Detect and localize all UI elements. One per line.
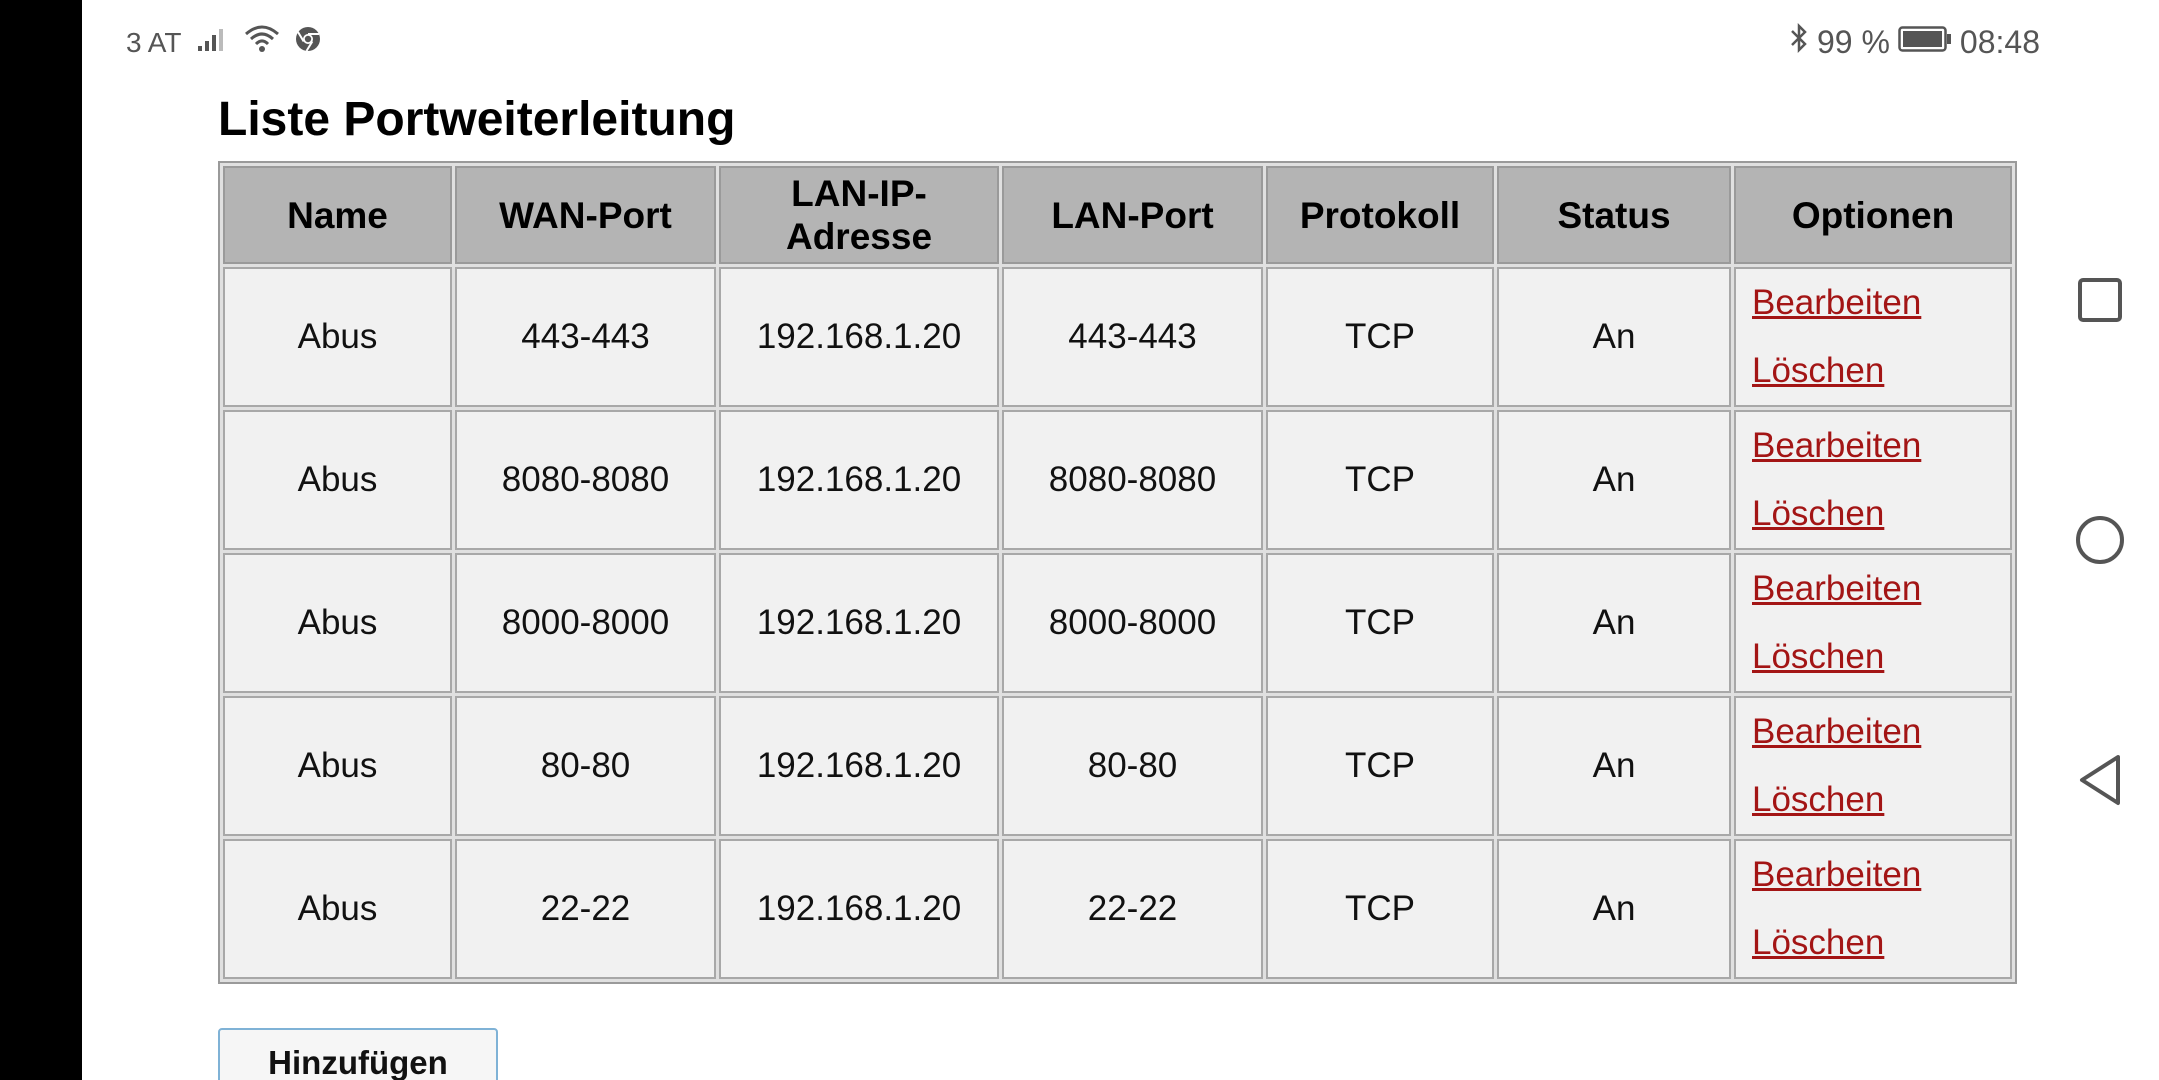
cell-protocol: TCP (1266, 553, 1494, 693)
cell-name: Abus (223, 410, 452, 550)
cell-wan-port: 8080-8080 (455, 410, 716, 550)
table-header-row: Name WAN-Port LAN-IP- Adresse LAN-Port P… (223, 166, 2012, 264)
table-row: Abus 22-22 192.168.1.20 22-22 TCP An Bea… (223, 839, 2012, 979)
header-protocol: Protokoll (1266, 166, 1494, 264)
edit-link[interactable]: Bearbeiten (1752, 841, 2004, 909)
cell-status: An (1497, 410, 1731, 550)
header-wan-port: WAN-Port (455, 166, 716, 264)
bluetooth-icon (1789, 22, 1809, 62)
table-row: Abus 443-443 192.168.1.20 443-443 TCP An… (223, 267, 2012, 407)
cell-lan-ip: 192.168.1.20 (719, 267, 999, 407)
cell-lan-port: 443-443 (1002, 267, 1263, 407)
delete-link[interactable]: Löschen (1752, 623, 2004, 691)
header-status: Status (1497, 166, 1731, 264)
left-black-bar (0, 0, 82, 1080)
port-forwarding-table: Name WAN-Port LAN-IP- Adresse LAN-Port P… (218, 161, 2017, 984)
cell-options: Bearbeiten Löschen (1734, 267, 2012, 407)
status-bar-left: 3 AT (126, 24, 322, 61)
cell-name: Abus (223, 696, 452, 836)
table-row: Abus 80-80 192.168.1.20 80-80 TCP An Bea… (223, 696, 2012, 836)
cell-options: Bearbeiten Löschen (1734, 553, 2012, 693)
delete-link[interactable]: Löschen (1752, 480, 2004, 548)
cell-lan-ip: 192.168.1.20 (719, 553, 999, 693)
cell-lan-port: 22-22 (1002, 839, 1263, 979)
table-row: Abus 8000-8000 192.168.1.20 8000-8000 TC… (223, 553, 2012, 693)
header-name: Name (223, 166, 452, 264)
battery-icon (1898, 24, 1952, 61)
back-button[interactable] (2040, 730, 2159, 830)
cell-status: An (1497, 696, 1731, 836)
edit-link[interactable]: Bearbeiten (1752, 412, 2004, 480)
circle-icon (2074, 514, 2126, 566)
navigation-bar (2040, 0, 2159, 1080)
header-options: Optionen (1734, 166, 2012, 264)
cell-protocol: TCP (1266, 410, 1494, 550)
cell-lan-ip: 192.168.1.20 (719, 696, 999, 836)
recent-apps-button[interactable] (2040, 250, 2159, 350)
battery-percent: 99 % (1816, 23, 1890, 60)
status-bar: 3 AT 99 % 08:48 (82, 0, 2040, 86)
cell-wan-port: 443-443 (455, 267, 716, 407)
cell-status: An (1497, 553, 1731, 693)
edit-link[interactable]: Bearbeiten (1752, 555, 2004, 623)
delete-link[interactable]: Löschen (1752, 909, 2004, 977)
cell-status: An (1497, 839, 1731, 979)
cell-options: Bearbeiten Löschen (1734, 410, 2012, 550)
add-button[interactable]: Hinzufügen (218, 1028, 498, 1080)
cell-name: Abus (223, 267, 452, 407)
cell-protocol: TCP (1266, 839, 1494, 979)
carrier-label: 3 AT (126, 26, 182, 58)
edit-link[interactable]: Bearbeiten (1752, 269, 2004, 337)
delete-link[interactable]: Löschen (1752, 766, 2004, 834)
cell-wan-port: 22-22 (455, 839, 716, 979)
header-lan-ip: LAN-IP- Adresse (719, 166, 999, 264)
signal-icon (196, 26, 230, 59)
cell-wan-port: 80-80 (455, 696, 716, 836)
cell-name: Abus (223, 553, 452, 693)
header-lan-ip-line2: Adresse (785, 216, 933, 257)
table-row: Abus 8080-8080 192.168.1.20 8080-8080 TC… (223, 410, 2012, 550)
cell-lan-port: 80-80 (1002, 696, 1263, 836)
clock: 08:48 (1959, 23, 2040, 60)
header-lan-port: LAN-Port (1002, 166, 1263, 264)
cell-options: Bearbeiten Löschen (1734, 839, 2012, 979)
cell-lan-ip: 192.168.1.20 (719, 410, 999, 550)
header-lan-ip-line1: LAN-IP- (791, 173, 927, 214)
page-title: Liste Portweiterleitung (218, 93, 736, 146)
triangle-back-icon (2076, 753, 2124, 807)
square-icon (2076, 276, 2124, 324)
cell-wan-port: 8000-8000 (455, 553, 716, 693)
wifi-icon (244, 24, 280, 61)
cell-options: Bearbeiten Löschen (1734, 696, 2012, 836)
cell-lan-port: 8080-8080 (1002, 410, 1263, 550)
cell-status: An (1497, 267, 1731, 407)
browser-screen: 3 AT 99 % 08:48 Liste Portweiterleitung … (82, 0, 2040, 1080)
status-bar-right: 99 % 08:48 (1780, 22, 2040, 62)
home-button[interactable] (2040, 490, 2159, 590)
chrome-icon (294, 25, 322, 60)
cell-protocol: TCP (1266, 267, 1494, 407)
cell-lan-ip: 192.168.1.20 (719, 839, 999, 979)
cell-name: Abus (223, 839, 452, 979)
delete-link[interactable]: Löschen (1752, 337, 2004, 405)
cell-lan-port: 8000-8000 (1002, 553, 1263, 693)
edit-link[interactable]: Bearbeiten (1752, 698, 2004, 766)
cell-protocol: TCP (1266, 696, 1494, 836)
